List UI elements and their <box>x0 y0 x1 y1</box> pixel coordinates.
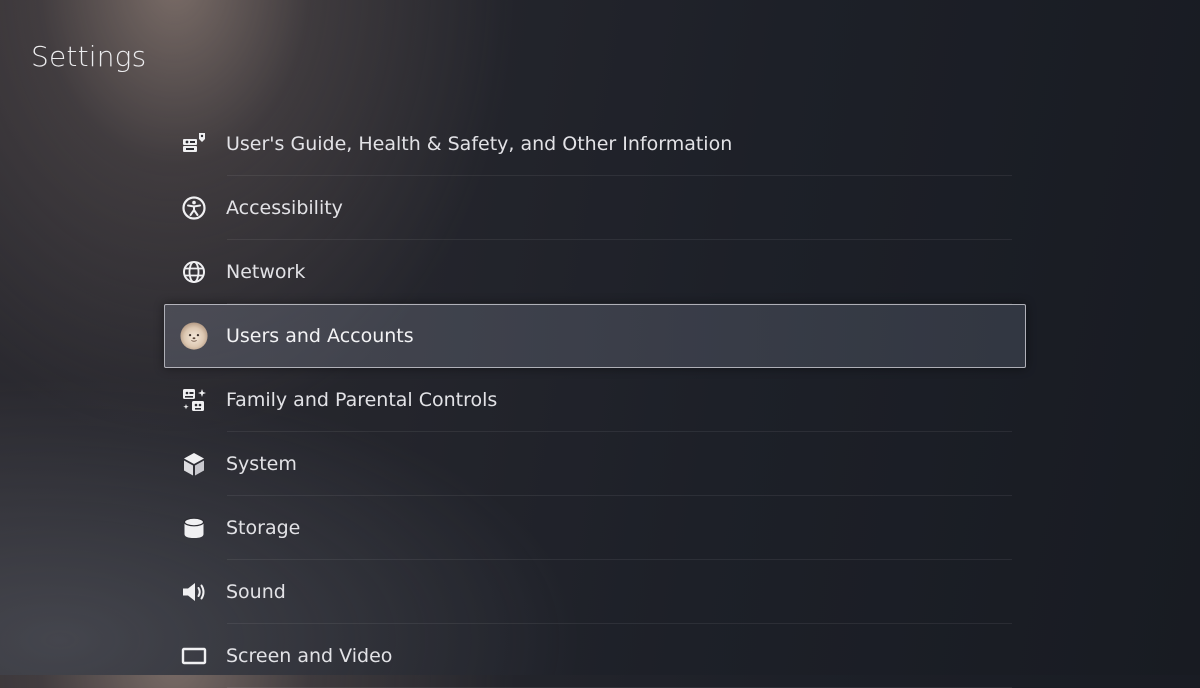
menu-item-screen-and-video[interactable]: Screen and Video <box>164 624 1026 688</box>
menu-item-system[interactable]: System <box>164 432 1026 496</box>
menu-item-label: Screen and Video <box>226 645 393 667</box>
info-book-icon <box>180 130 208 158</box>
globe-icon <box>180 258 208 286</box>
menu-item-network[interactable]: Network <box>164 240 1026 304</box>
menu-item-label: Network <box>226 261 306 283</box>
menu-item-label: Users and Accounts <box>226 325 414 347</box>
cube-icon <box>180 450 208 478</box>
page-title: Settings <box>31 40 147 73</box>
menu-item-family-parental-controls[interactable]: Family and Parental Controls <box>164 368 1026 432</box>
menu-item-label: User's Guide, Health & Safety, and Other… <box>226 133 733 155</box>
screen-icon <box>180 642 208 670</box>
menu-item-sound[interactable]: Sound <box>164 560 1026 624</box>
family-icon <box>180 386 208 414</box>
storage-cylinder-icon <box>180 514 208 542</box>
settings-menu: User's Guide, Health & Safety, and Other… <box>164 112 1026 688</box>
user-avatar-icon <box>180 322 208 350</box>
menu-item-storage[interactable]: Storage <box>164 496 1026 560</box>
menu-item-users-guide[interactable]: User's Guide, Health & Safety, and Other… <box>164 112 1026 176</box>
menu-item-label: Sound <box>226 581 286 603</box>
menu-item-label: Storage <box>226 517 301 539</box>
menu-item-label: Family and Parental Controls <box>226 389 498 411</box>
speaker-icon <box>180 578 208 606</box>
menu-item-label: Accessibility <box>226 197 343 219</box>
menu-item-users-and-accounts[interactable]: Users and Accounts <box>164 304 1026 368</box>
menu-item-accessibility[interactable]: Accessibility <box>164 176 1026 240</box>
accessibility-icon <box>180 194 208 222</box>
menu-item-label: System <box>226 453 297 475</box>
